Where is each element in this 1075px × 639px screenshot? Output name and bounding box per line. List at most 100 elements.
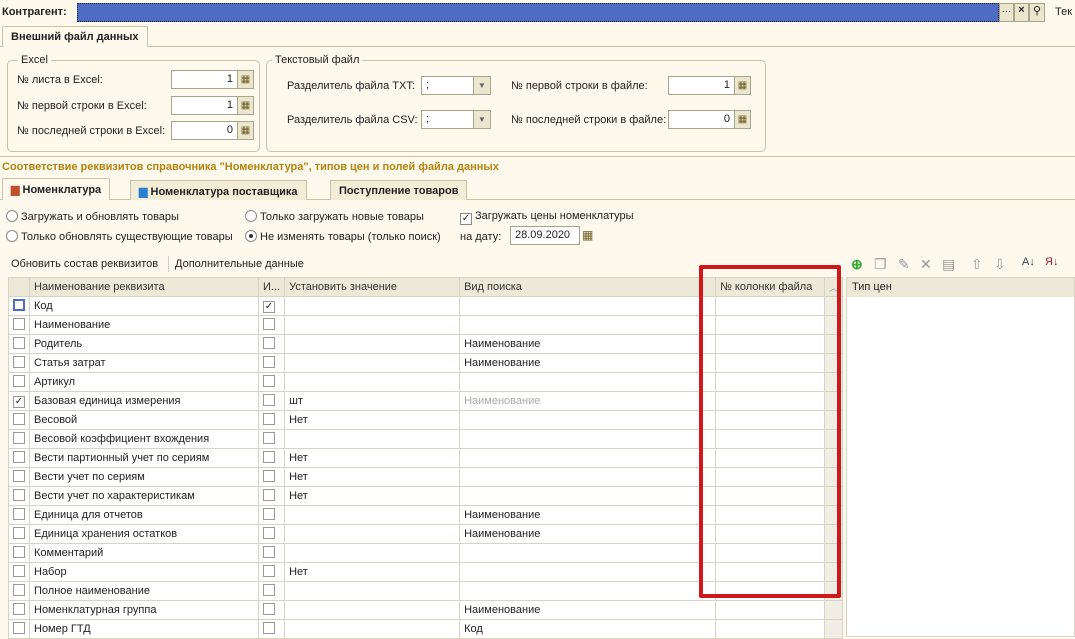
search-type-cell[interactable]: Наименование [459, 334, 717, 354]
search-type-cell[interactable]: Наименование [459, 505, 717, 525]
sort-asc-icon[interactable]: A↓ [1022, 256, 1035, 268]
key-checkbox[interactable] [257, 448, 286, 468]
set-value-cell[interactable] [284, 353, 461, 373]
row-use-checkbox[interactable] [8, 410, 30, 430]
delete-icon[interactable]: ✕ [920, 256, 932, 273]
refresh-attributes-button[interactable]: Обновить состав реквизитов [11, 258, 158, 270]
key-checkbox[interactable] [257, 600, 286, 620]
set-value-cell[interactable]: Нет [284, 486, 461, 506]
row-use-checkbox[interactable] [8, 334, 30, 354]
file-column-cell[interactable] [715, 600, 826, 620]
search-icon[interactable]: ⚲ [1029, 3, 1045, 22]
extra-data-button[interactable]: Дополнительные данные [175, 258, 304, 270]
key-checkbox[interactable] [257, 619, 286, 639]
set-value-cell[interactable] [284, 429, 461, 449]
set-value-cell[interactable] [284, 581, 461, 601]
radio-load-update[interactable]: Загружать и обновлять товары [6, 210, 179, 223]
row-use-checkbox[interactable] [8, 619, 30, 639]
tab-external-file[interactable]: Внешний файл данных [2, 26, 148, 47]
calculator-icon[interactable]: ▦ [238, 96, 254, 115]
column-header[interactable]: И... [257, 277, 286, 297]
radio-new-only[interactable]: Только загружать новые товары [245, 210, 424, 223]
calculator-icon[interactable]: ▦ [238, 121, 254, 140]
column-header[interactable]: Наименование реквизита [29, 277, 259, 297]
clear-icon[interactable]: × [1014, 3, 1029, 22]
set-value-cell[interactable] [284, 315, 461, 335]
key-checkbox[interactable] [257, 334, 286, 354]
key-checkbox[interactable] [257, 410, 286, 430]
set-value-cell[interactable]: Нет [284, 562, 461, 582]
search-type-cell[interactable] [459, 372, 717, 392]
search-type-cell[interactable]: Наименование [459, 600, 717, 620]
scrollbar[interactable] [824, 600, 844, 620]
set-value-cell[interactable] [284, 524, 461, 544]
calendar-icon[interactable]: ▦ [582, 228, 593, 242]
copy-icon[interactable]: ❐ [874, 256, 887, 273]
move-down-icon[interactable]: ⇩ [994, 256, 1006, 273]
set-value-cell[interactable] [284, 600, 461, 620]
key-checkbox[interactable] [257, 562, 286, 582]
search-type-cell[interactable] [459, 448, 717, 468]
row-use-checkbox[interactable] [8, 448, 30, 468]
key-checkbox[interactable] [257, 315, 286, 335]
row-use-checkbox[interactable] [8, 581, 30, 601]
key-checkbox[interactable] [257, 486, 286, 506]
file-column-cell[interactable] [715, 619, 826, 639]
tab-goods-receipt[interactable]: Поступление товаров [330, 180, 468, 200]
row-use-checkbox[interactable] [8, 562, 30, 582]
calculator-icon[interactable]: ▦ [735, 76, 751, 95]
key-checkbox[interactable] [257, 543, 286, 563]
select-button[interactable]: … [999, 3, 1014, 22]
search-type-cell[interactable] [459, 429, 717, 449]
search-type-cell[interactable] [459, 581, 717, 601]
key-checkbox[interactable]: ✓ [257, 296, 286, 316]
column-header[interactable]: Тип цен [847, 278, 1074, 297]
txt-sep-select[interactable]: ; [421, 76, 474, 95]
set-value-cell[interactable] [284, 296, 461, 316]
key-checkbox[interactable] [257, 372, 286, 392]
set-value-cell[interactable]: Нет [284, 448, 461, 468]
csv-sep-select[interactable]: ; [421, 110, 474, 129]
row-use-checkbox[interactable] [8, 505, 30, 525]
set-value-cell[interactable] [284, 543, 461, 563]
row-use-checkbox[interactable] [8, 486, 30, 506]
search-type-cell[interactable]: Наименование [459, 524, 717, 544]
table-row[interactable]: Номер ГТД Код [8, 619, 844, 639]
column-header[interactable]: Установить значение [284, 277, 461, 297]
row-use-checkbox[interactable] [8, 315, 30, 335]
set-value-cell[interactable] [284, 619, 461, 639]
search-type-cell[interactable]: Наименование [459, 353, 717, 373]
search-type-cell[interactable] [459, 410, 717, 430]
search-type-cell[interactable] [459, 562, 717, 582]
row-use-checkbox[interactable] [8, 524, 30, 544]
column-header[interactable]: Вид поиска [459, 277, 717, 297]
set-value-cell[interactable]: Нет [284, 467, 461, 487]
key-checkbox[interactable] [257, 524, 286, 544]
tab-supplier-nomenclature[interactable]: ▆ Номенклатура поставщика [130, 180, 307, 200]
add-icon[interactable]: ⊕ [851, 256, 863, 273]
edit-icon[interactable]: ✎ [898, 256, 910, 273]
set-value-cell[interactable] [284, 505, 461, 525]
key-checkbox[interactable] [257, 391, 286, 411]
row-use-checkbox[interactable]: ✓ [8, 391, 30, 411]
row-use-checkbox[interactable] [8, 467, 30, 487]
radio-update-only[interactable]: Только обновлять существующие товары [6, 230, 233, 243]
save-icon[interactable]: ▤ [942, 256, 955, 273]
search-type-cell[interactable]: Наименование [459, 391, 717, 411]
search-type-cell[interactable] [459, 315, 717, 335]
scrollbar[interactable] [824, 619, 844, 639]
tab-nomenclature[interactable]: ▆ Номенклатура [2, 178, 111, 200]
key-checkbox[interactable] [257, 505, 286, 525]
move-up-icon[interactable]: ⇧ [971, 256, 983, 273]
table-row[interactable]: Номенклатурная группа Наименование [8, 600, 844, 620]
row-use-checkbox[interactable] [8, 296, 30, 316]
set-value-cell[interactable] [284, 372, 461, 392]
search-type-cell[interactable] [459, 543, 717, 563]
search-type-cell[interactable]: Код [459, 619, 717, 639]
calculator-icon[interactable]: ▦ [735, 110, 751, 129]
set-value-cell[interactable]: шт [284, 391, 461, 411]
radio-no-change[interactable]: Не изменять товары (только поиск) [245, 230, 441, 243]
chevron-down-icon[interactable]: ▼ [474, 76, 491, 95]
set-value-cell[interactable] [284, 334, 461, 354]
file-last-row-input[interactable]: 0 [668, 110, 735, 129]
